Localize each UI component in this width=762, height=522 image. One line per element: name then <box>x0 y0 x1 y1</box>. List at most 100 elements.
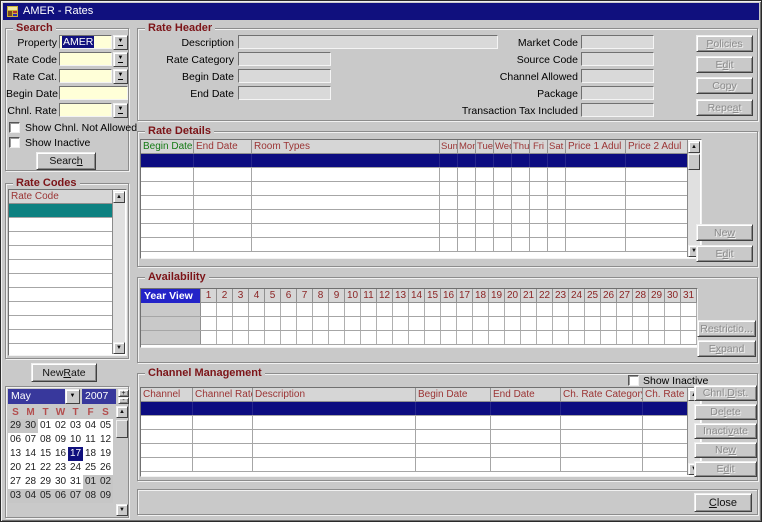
availability-row[interactable] <box>141 317 697 331</box>
calendar-scroll-up-icon[interactable]: ▲ <box>116 406 128 418</box>
column-header[interactable]: Begin Date <box>141 140 194 154</box>
chnl-rate-lov-button[interactable]: ▼ <box>113 103 128 118</box>
rate-details-row-selected[interactable] <box>141 154 688 168</box>
calendar-day[interactable]: 07 <box>23 433 38 447</box>
year-view-header[interactable]: Year View <box>141 289 201 303</box>
column-header[interactable]: Ch. Rate Category <box>561 388 643 402</box>
calendar-day[interactable]: 29 <box>8 419 23 433</box>
property-field[interactable]: AMER <box>59 35 112 49</box>
channel-new-button[interactable]: New <box>694 442 757 458</box>
calendar-year-field[interactable]: 2007 <box>82 389 116 404</box>
calendar-day[interactable]: 19 <box>98 447 113 461</box>
calendar-day[interactable]: 28 <box>23 475 38 489</box>
calendar-day[interactable]: 15 <box>38 447 53 461</box>
policies-button[interactable]: Policies <box>696 35 753 52</box>
calendar-day[interactable]: 01 <box>38 419 53 433</box>
rate-code-row[interactable] <box>9 288 113 302</box>
calendar-day[interactable]: 25 <box>83 461 98 475</box>
scroll-up-icon[interactable]: ▲ <box>113 191 125 203</box>
show-inactive-checkbox[interactable] <box>9 137 20 148</box>
calendar-scroll-down-icon[interactable]: ▼ <box>116 504 128 516</box>
rate-code-row-selected[interactable] <box>9 204 113 218</box>
calendar-day[interactable]: 08 <box>83 489 98 503</box>
new-rate-button[interactable]: New Rate <box>31 363 97 382</box>
calendar-month-select[interactable]: May <box>8 389 65 404</box>
inactivate-button[interactable]: Inactivate <box>694 423 757 439</box>
close-button[interactable]: Close <box>694 493 752 512</box>
calendar-day[interactable]: 12 <box>98 433 113 447</box>
column-header[interactable]: Channel <box>141 388 193 402</box>
header-edit-button[interactable]: Edit <box>696 56 753 73</box>
channel-allowed-field[interactable] <box>581 69 654 83</box>
column-header[interactable]: Thu <box>512 140 530 154</box>
search-button[interactable]: Search <box>36 152 96 170</box>
calendar-day[interactable]: 09 <box>98 489 113 503</box>
calendar-day[interactable]: 16 <box>53 447 68 461</box>
show-chnl-not-allowed-checkbox[interactable] <box>9 122 20 133</box>
column-header[interactable]: Sun <box>440 140 458 154</box>
rate-code-lov-button[interactable]: ▼ <box>113 52 128 67</box>
rate-cat-lov-button[interactable]: ▼ <box>113 69 128 84</box>
calendar-day[interactable]: 24 <box>68 461 83 475</box>
calendar-day[interactable]: 29 <box>38 475 53 489</box>
calendar-scrollbar-thumb[interactable] <box>116 420 128 438</box>
delete-button[interactable]: Delete <box>694 404 757 420</box>
channel-row-selected[interactable] <box>141 402 688 416</box>
rate-details-row[interactable] <box>141 182 688 196</box>
rate-code-row[interactable] <box>9 316 113 330</box>
rate-code-row[interactable] <box>9 232 113 246</box>
calendar-day[interactable]: 31 <box>68 475 83 489</box>
rate-code-row[interactable] <box>9 260 113 274</box>
header-begin-date-field[interactable] <box>238 69 331 83</box>
column-header[interactable]: End Date <box>194 140 252 154</box>
column-header[interactable]: Description <box>253 388 416 402</box>
channel-row[interactable] <box>141 430 688 444</box>
rate-code-row[interactable] <box>9 246 113 260</box>
calendar-day[interactable]: 11 <box>83 433 98 447</box>
calendar-day[interactable]: 06 <box>8 433 23 447</box>
channel-row[interactable] <box>141 444 688 458</box>
calendar-day[interactable]: 02 <box>53 419 68 433</box>
rate-code-row[interactable] <box>9 274 113 288</box>
restrictions-button[interactable]: Restrictio... <box>697 320 756 337</box>
copy-button[interactable]: Copy <box>696 77 753 94</box>
calendar-day[interactable]: 06 <box>53 489 68 503</box>
package-field[interactable] <box>581 86 654 100</box>
year-increment-button[interactable]: + <box>118 389 129 397</box>
column-header[interactable]: Price 1 Adul <box>566 140 626 154</box>
calendar-day[interactable]: 30 <box>23 419 38 433</box>
rate-code-row[interactable] <box>9 330 113 344</box>
column-header[interactable]: Room Types <box>252 140 440 154</box>
column-header[interactable]: Begin Date <box>416 388 491 402</box>
column-header[interactable]: Price 2 Adul <box>626 140 688 154</box>
column-header[interactable]: Channel Rate <box>193 388 253 402</box>
rate-code-row[interactable] <box>9 218 113 232</box>
calendar-day[interactable]: 09 <box>53 433 68 447</box>
rate-code-field[interactable] <box>59 52 112 66</box>
scroll-down-icon[interactable]: ▼ <box>113 342 125 354</box>
calendar-month-dropdown-button[interactable]: ▼ <box>65 389 80 404</box>
rate-code-row[interactable] <box>9 302 113 316</box>
calendar-day[interactable]: 22 <box>38 461 53 475</box>
calendar-day[interactable]: 08 <box>38 433 53 447</box>
rate-details-edit-button[interactable]: Edit <box>696 245 753 262</box>
column-header[interactable]: Tue <box>476 140 494 154</box>
calendar-day[interactable]: 20 <box>8 461 23 475</box>
calendar-day[interactable]: 05 <box>98 419 113 433</box>
rate-details-row[interactable] <box>141 224 688 238</box>
column-header[interactable]: Sat <box>548 140 566 154</box>
calendar-day[interactable]: 07 <box>68 489 83 503</box>
calendar-day-selected[interactable]: 17 <box>68 447 83 461</box>
property-lov-button[interactable]: ▼ <box>113 35 128 50</box>
column-header[interactable]: Ch. Rate Level <box>643 388 688 402</box>
channel-row[interactable] <box>141 458 688 472</box>
column-header[interactable]: Wed <box>494 140 512 154</box>
calendar-day[interactable]: 30 <box>53 475 68 489</box>
calendar-day[interactable]: 18 <box>83 447 98 461</box>
column-header[interactable]: End Date <box>491 388 561 402</box>
calendar-day[interactable]: 01 <box>83 475 98 489</box>
rate-details-row[interactable] <box>141 238 688 252</box>
channel-edit-button[interactable]: Edit <box>694 461 757 477</box>
rate-details-row[interactable] <box>141 168 688 182</box>
column-header[interactable]: Mon <box>458 140 476 154</box>
